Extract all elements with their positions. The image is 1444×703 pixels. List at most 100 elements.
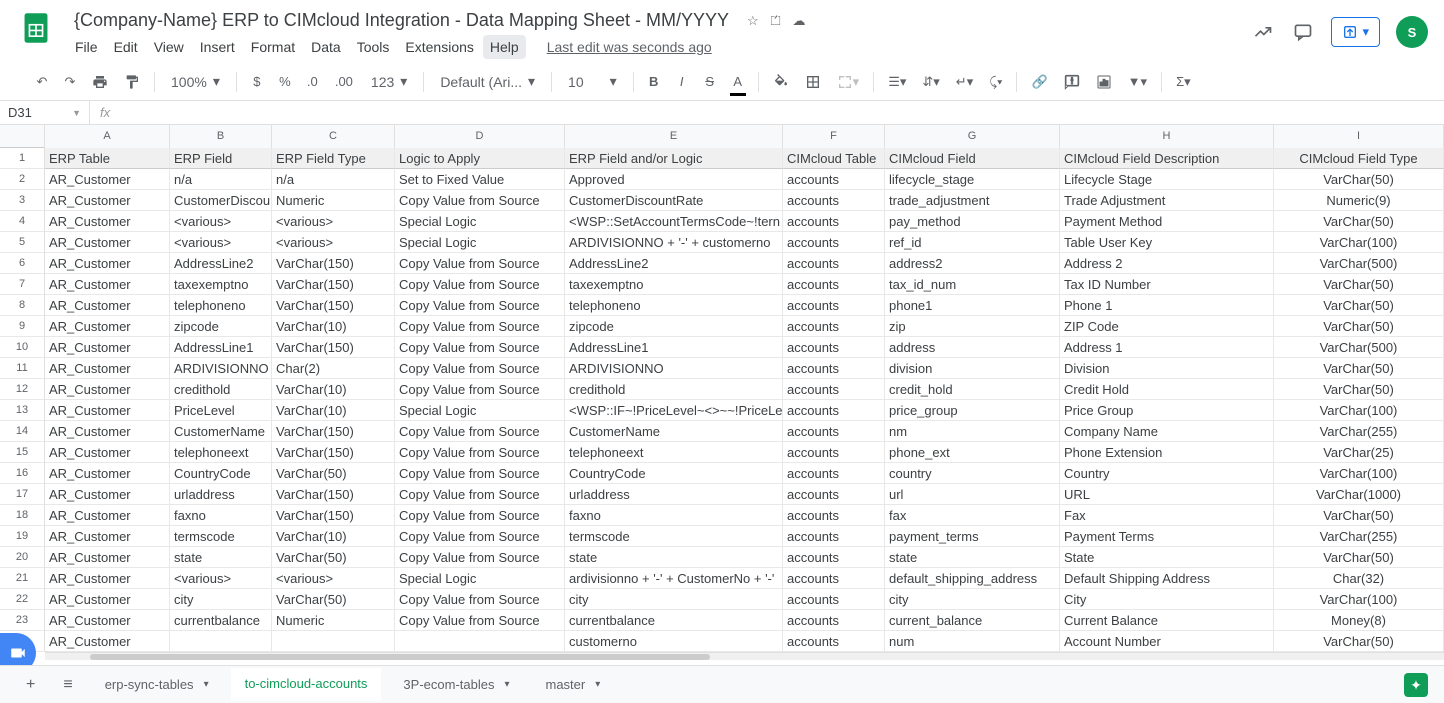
cell[interactable]: Special Logic [395, 211, 565, 232]
cell[interactable]: telephoneno [565, 295, 783, 316]
text-color-button[interactable]: A [726, 70, 750, 94]
cell[interactable]: Account Number [1060, 631, 1274, 652]
cell[interactable]: Char(2) [272, 358, 395, 379]
cell[interactable]: VarChar(50) [1274, 316, 1444, 337]
horizontal-align-button[interactable]: ☰▾ [882, 70, 912, 94]
cell[interactable]: accounts [783, 169, 885, 190]
all-sheets-button[interactable]: ≡ [53, 670, 82, 700]
cell[interactable]: accounts [783, 484, 885, 505]
row-header-13[interactable]: 13 [0, 400, 45, 421]
cell[interactable]: Copy Value from Source [395, 274, 565, 295]
row-header-1[interactable]: 1 [0, 148, 45, 169]
cell[interactable]: accounts [783, 337, 885, 358]
cell[interactable]: ERP Table [45, 148, 170, 169]
cell[interactable]: VarChar(150) [272, 295, 395, 316]
menu-view[interactable]: View [147, 35, 191, 59]
cell[interactable]: AddressLine1 [565, 337, 783, 358]
cell[interactable]: VarChar(50) [1274, 505, 1444, 526]
comment-history-icon[interactable] [1291, 20, 1315, 44]
cell[interactable]: AR_Customer [45, 568, 170, 589]
cell[interactable]: url [885, 484, 1060, 505]
cell[interactable]: AR_Customer [45, 505, 170, 526]
fill-color-button[interactable] [767, 70, 795, 94]
row-header-14[interactable]: 14 [0, 421, 45, 442]
cell[interactable]: city [170, 589, 272, 610]
cell[interactable]: n/a [170, 169, 272, 190]
sheets-logo[interactable] [16, 8, 56, 48]
cell[interactable]: accounts [783, 610, 885, 631]
cell[interactable]: fax [885, 505, 1060, 526]
cell[interactable]: credithold [170, 379, 272, 400]
col-header-A[interactable]: A [45, 125, 170, 148]
cell[interactable]: state [565, 547, 783, 568]
cell[interactable]: AR_Customer [45, 232, 170, 253]
cell[interactable]: price_group [885, 400, 1060, 421]
cell[interactable]: VarChar(500) [1274, 337, 1444, 358]
cell[interactable]: faxno [170, 505, 272, 526]
cell[interactable]: CIMcloud Field Description [1060, 148, 1274, 169]
add-sheet-button[interactable]: + [16, 670, 45, 700]
row-header-10[interactable]: 10 [0, 337, 45, 358]
cell[interactable]: Special Logic [395, 568, 565, 589]
cell[interactable]: AR_Customer [45, 274, 170, 295]
cell[interactable]: <various> [170, 232, 272, 253]
cell[interactable]: ARDIVISIONNO [170, 358, 272, 379]
row-header-21[interactable]: 21 [0, 568, 45, 589]
cell[interactable]: telephoneno [170, 295, 272, 316]
cell[interactable]: current_balance [885, 610, 1060, 631]
cell[interactable]: <various> [170, 568, 272, 589]
italic-button[interactable]: I [670, 70, 694, 94]
col-header-I[interactable]: I [1274, 125, 1444, 148]
cell[interactable]: AR_Customer [45, 253, 170, 274]
cell[interactable]: VarChar(255) [1274, 526, 1444, 547]
cell[interactable]: AR_Customer [45, 316, 170, 337]
cell[interactable]: Payment Method [1060, 211, 1274, 232]
more-formats-select[interactable]: 123▾ [363, 69, 415, 94]
sheet-tab-master[interactable]: master [532, 669, 615, 700]
percent-button[interactable]: % [273, 70, 297, 94]
cell[interactable]: VarChar(100) [1274, 589, 1444, 610]
cell[interactable]: Numeric [272, 190, 395, 211]
cell[interactable]: <various> [272, 568, 395, 589]
cell[interactable]: telephoneext [565, 442, 783, 463]
functions-button[interactable]: Σ▾ [1170, 70, 1197, 94]
cell[interactable]: accounts [783, 316, 885, 337]
row-header-8[interactable]: 8 [0, 295, 45, 316]
menu-data[interactable]: Data [304, 35, 348, 59]
share-button[interactable]: ▾ [1331, 17, 1380, 47]
cell[interactable]: Payment Terms [1060, 526, 1274, 547]
cell[interactable]: AR_Customer [45, 484, 170, 505]
cell[interactable]: VarChar(50) [1274, 379, 1444, 400]
col-header-E[interactable]: E [565, 125, 783, 148]
cell[interactable]: state [885, 547, 1060, 568]
cell[interactable]: ERP Field Type [272, 148, 395, 169]
cell[interactable]: accounts [783, 631, 885, 652]
name-box[interactable]: D31▼ [0, 101, 90, 124]
cell[interactable]: City [1060, 589, 1274, 610]
star-icon[interactable]: ☆ [747, 13, 759, 29]
cell[interactable]: accounts [783, 274, 885, 295]
move-icon[interactable]: ⏍ [771, 13, 781, 29]
row-header-23[interactable]: 23 [0, 610, 45, 631]
cell[interactable]: AR_Customer [45, 421, 170, 442]
cell[interactable]: AR_Customer [45, 337, 170, 358]
cell[interactable]: accounts [783, 400, 885, 421]
cell[interactable]: Copy Value from Source [395, 421, 565, 442]
cell[interactable]: termscode [170, 526, 272, 547]
font-select[interactable]: Default (Ari...▾ [432, 69, 543, 94]
cell[interactable]: Copy Value from Source [395, 526, 565, 547]
cell[interactable]: num [885, 631, 1060, 652]
row-header-7[interactable]: 7 [0, 274, 45, 295]
cell[interactable]: zipcode [565, 316, 783, 337]
cell[interactable]: VarChar(10) [272, 316, 395, 337]
cell[interactable]: VarChar(100) [1274, 232, 1444, 253]
row-header-12[interactable]: 12 [0, 379, 45, 400]
cell[interactable]: CIMcloud Field [885, 148, 1060, 169]
cell[interactable]: accounts [783, 547, 885, 568]
cell[interactable]: Copy Value from Source [395, 379, 565, 400]
row-header-17[interactable]: 17 [0, 484, 45, 505]
cell[interactable]: faxno [565, 505, 783, 526]
cell[interactable]: VarChar(50) [1274, 547, 1444, 568]
undo-button[interactable]: ↶ [30, 70, 54, 94]
cell[interactable]: trade_adjustment [885, 190, 1060, 211]
